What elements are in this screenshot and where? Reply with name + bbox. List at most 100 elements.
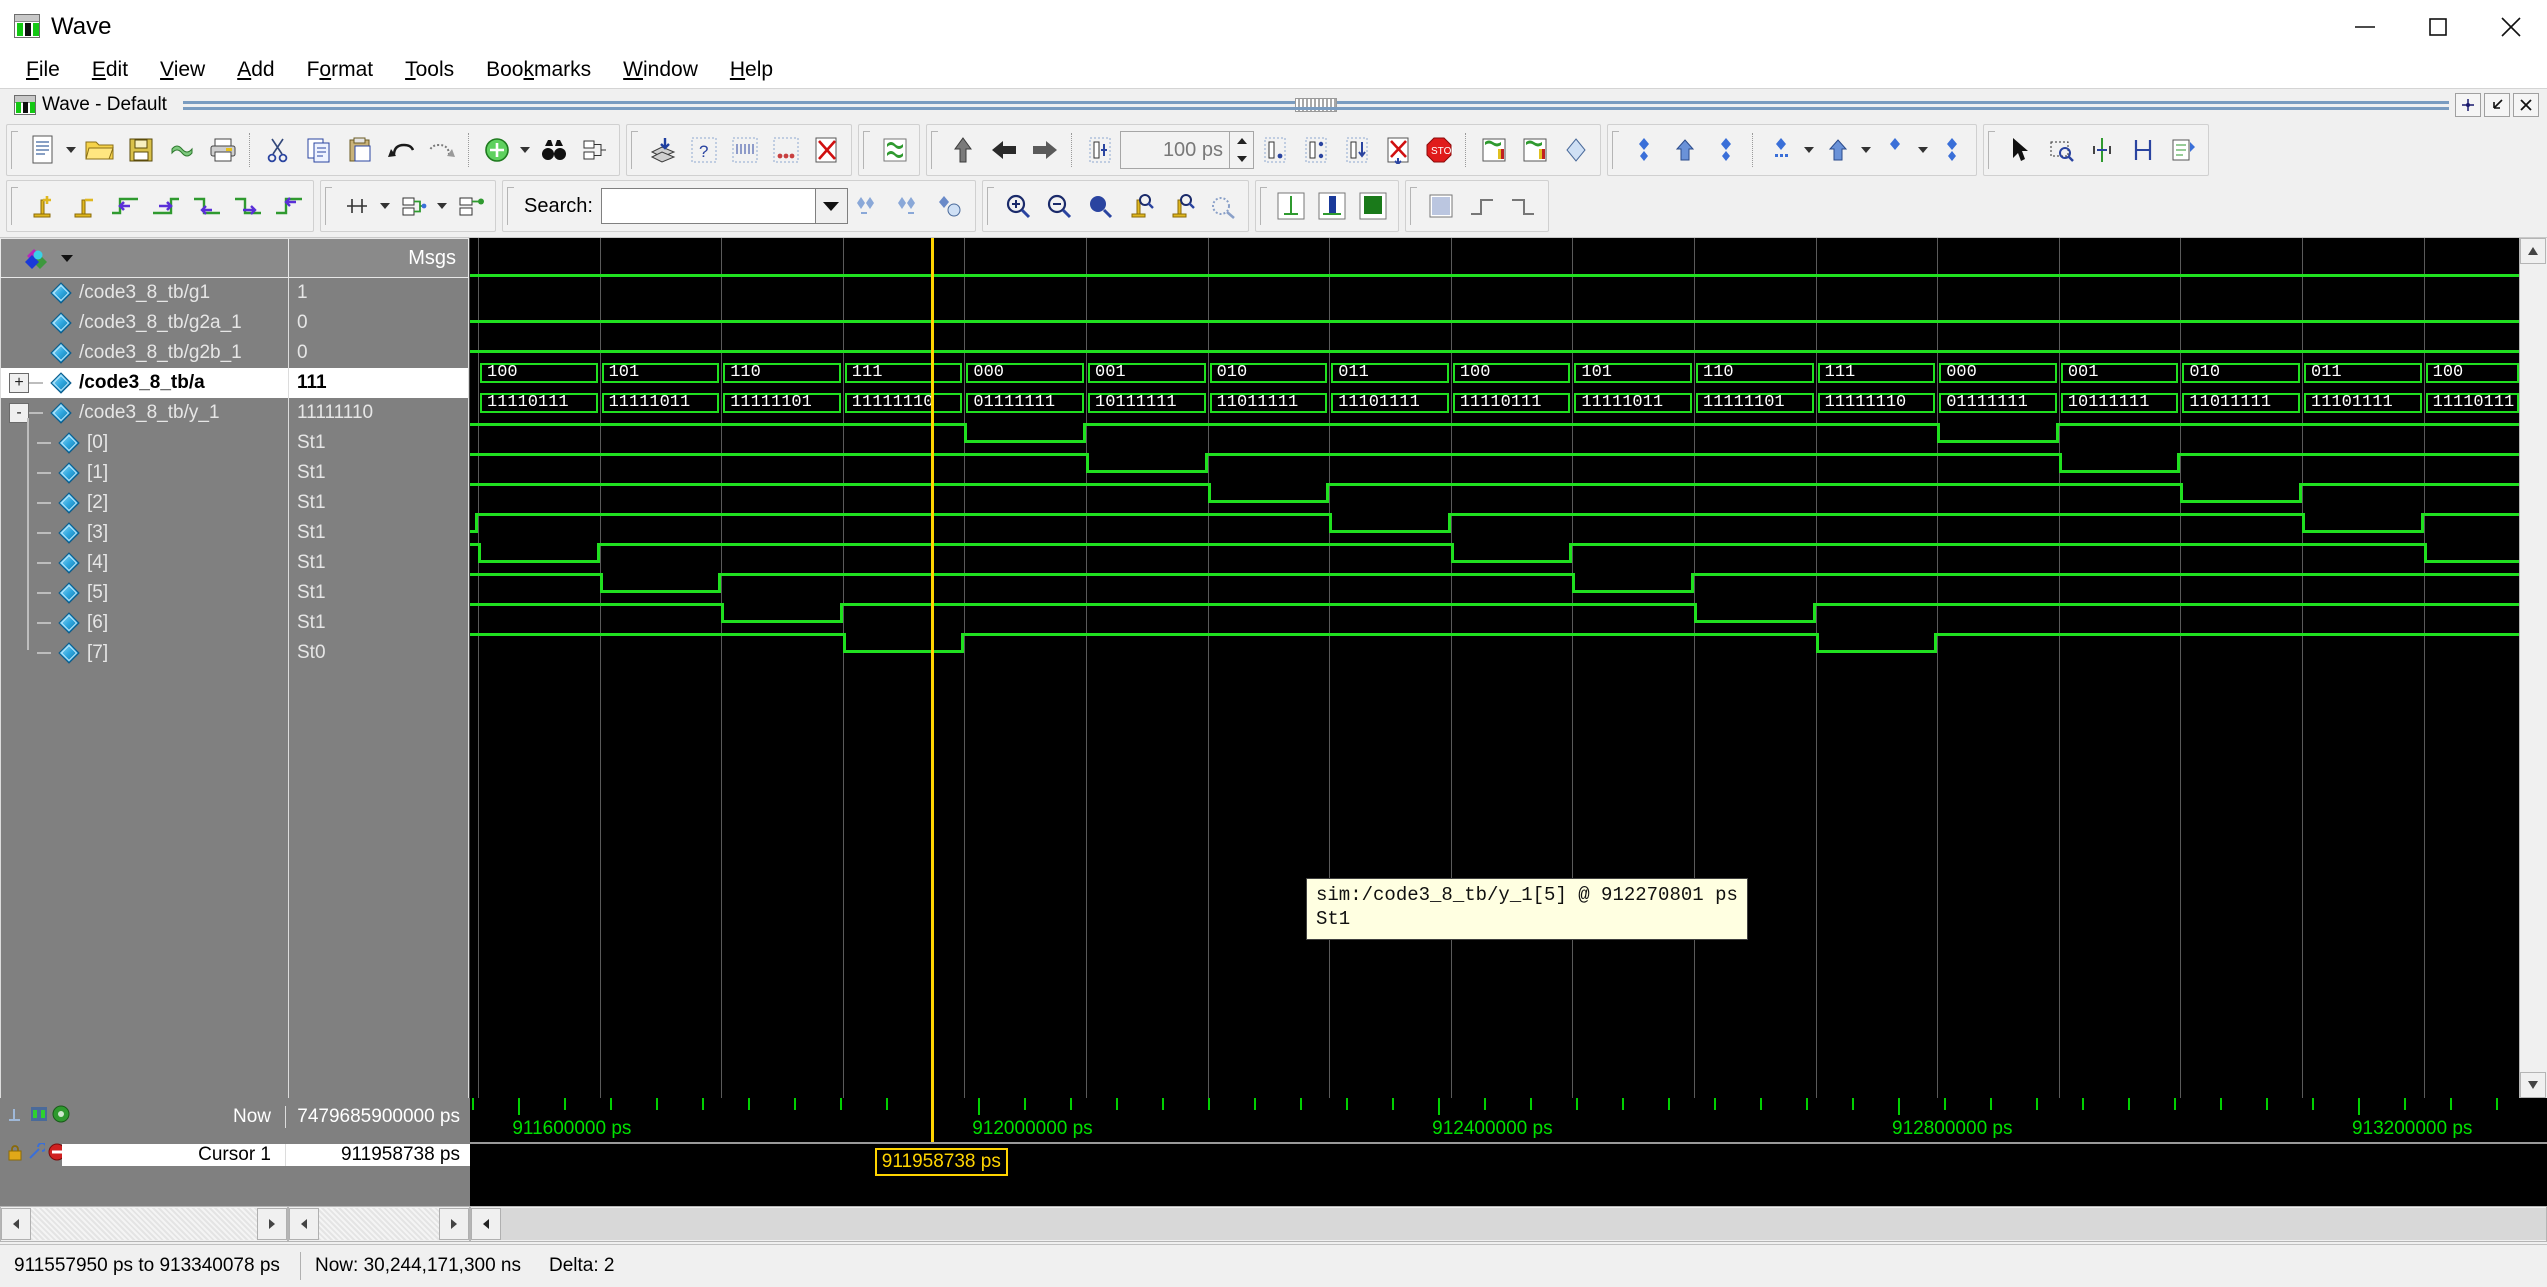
value-hscrollbar[interactable] [288, 1206, 470, 1242]
wave-style-2-icon[interactable] [1312, 184, 1353, 228]
cursor-time-flag[interactable]: 911958738 ps [874, 1148, 1008, 1176]
signal-row-expander[interactable]: - [9, 403, 29, 423]
cursor-line[interactable] [930, 238, 934, 1098]
stop-icon[interactable]: STOP [1418, 128, 1459, 172]
signal-row-9[interactable]: [4] [1, 548, 288, 578]
grid-dropdown-icon[interactable] [377, 184, 393, 228]
lock-icon[interactable] [6, 1143, 24, 1167]
radix-dropdown-icon[interactable] [434, 184, 450, 228]
cut-icon[interactable] [257, 128, 298, 172]
expand-down-icon[interactable] [1623, 128, 1664, 172]
signal-name-column[interactable]: /code3_8_tb/g1/code3_8_tb/g2a_1/code3_8_… [0, 278, 288, 1098]
search-history-dropdown-icon[interactable] [815, 188, 848, 224]
menu-format[interactable]: Format [291, 55, 390, 85]
measure-mode-icon[interactable] [2122, 128, 2163, 172]
redo-icon[interactable] [421, 128, 462, 172]
run-length-up-icon[interactable] [1230, 132, 1253, 150]
collapse-all-icon[interactable] [1874, 128, 1915, 172]
break-icon[interactable] [806, 128, 847, 172]
scroll-up-arrow-icon[interactable] [2520, 238, 2546, 264]
value-scroll-right-icon[interactable] [439, 1208, 469, 1240]
grid-settings-icon[interactable] [336, 184, 377, 228]
signal-row-6[interactable]: [1] [1, 458, 288, 488]
wave-compare-icon[interactable] [1473, 128, 1514, 172]
copy-icon[interactable] [298, 128, 339, 172]
cursor1-value[interactable]: 911958738 ps [285, 1144, 470, 1166]
name-scroll-right-icon[interactable] [257, 1208, 287, 1240]
find-icon[interactable] [533, 128, 574, 172]
signal-row-8[interactable]: [3] [1, 518, 288, 548]
close-pane-button[interactable] [2513, 92, 2539, 117]
edge-right-icon[interactable] [1503, 184, 1544, 228]
run-length-stepper[interactable] [1230, 131, 1254, 169]
step-icon2[interactable] [1336, 128, 1377, 172]
scroll-down-arrow-icon[interactable] [2520, 1072, 2546, 1098]
value-column-header[interactable]: Msgs [288, 238, 469, 278]
menu-add[interactable]: Add [221, 55, 290, 85]
pane-drag-rails[interactable] [182, 97, 2450, 112]
annotate-mode-icon[interactable] [2163, 128, 2204, 172]
minimize-button[interactable] [2328, 0, 2401, 53]
signal-row-2[interactable]: /code3_8_tb/g2b_1 [1, 338, 288, 368]
wave-scroll-track[interactable] [501, 1208, 2546, 1240]
value-scroll-left-icon[interactable] [289, 1208, 319, 1240]
delete-cursor-icon[interactable] [63, 184, 104, 228]
wave-hscrollbar[interactable] [470, 1206, 2547, 1242]
zoom-out-icon[interactable] [1039, 184, 1080, 228]
new-dropdown-icon[interactable] [63, 128, 79, 172]
menu-bookmarks[interactable]: Bookmarks [470, 55, 607, 85]
wave-scroll-left-icon[interactable] [471, 1208, 501, 1240]
signal-row-1[interactable]: /code3_8_tb/g2a_1 [1, 308, 288, 338]
prev-rising-icon[interactable] [268, 184, 309, 228]
menu-edit[interactable]: Edit [76, 55, 144, 85]
expand-sel-icon[interactable] [1931, 128, 1972, 172]
chevron-down-icon[interactable] [61, 254, 73, 262]
wrench-icon[interactable] [27, 1142, 47, 1167]
signal-row-11[interactable]: [6] [1, 608, 288, 638]
pane-grip[interactable] [1294, 97, 1337, 112]
signal-row-5[interactable]: [0] [1, 428, 288, 458]
signal-row-4[interactable]: - /code3_8_tb/y_1 [1, 398, 288, 428]
cursor1-row[interactable]: Cursor 1 911958738 ps [0, 1136, 470, 1174]
search-options-icon[interactable] [930, 184, 971, 228]
add-wave-icon[interactable] [476, 128, 517, 172]
wave-compare2-icon[interactable] [1514, 128, 1555, 172]
run-length-field[interactable]: 100 ps [1120, 131, 1230, 169]
wave-vertical-scrollbar[interactable] [2519, 238, 2547, 1098]
continue-icon2[interactable] [1295, 128, 1336, 172]
collapse-all-dropdown-icon[interactable] [1915, 128, 1931, 172]
step-forward-icon[interactable] [1024, 128, 1065, 172]
run-length-down-icon[interactable] [1230, 150, 1253, 168]
insert-cursor-icon[interactable] [22, 184, 63, 228]
paste-icon[interactable] [339, 128, 380, 172]
maximize-button[interactable] [2401, 0, 2474, 53]
name-scroll-left-icon[interactable] [1, 1208, 31, 1240]
name-column-header[interactable] [0, 238, 288, 278]
search-next-icon[interactable] [889, 184, 930, 228]
undock-pane-button[interactable] [2455, 92, 2481, 117]
ruler-cursor-line[interactable] [930, 1098, 934, 1142]
zoom-in-icon[interactable] [998, 184, 1039, 228]
zoom-last-icon[interactable] [1203, 184, 1244, 228]
wave-style-1-icon[interactable] [1271, 184, 1312, 228]
zoom-cursor-icon[interactable] [1121, 184, 1162, 228]
prev-falling-icon[interactable] [186, 184, 227, 228]
search-prev-icon[interactable] [848, 184, 889, 228]
menu-window[interactable]: Window [607, 55, 714, 85]
signal-value-column[interactable]: 1 0 0 111 11111110 St1 St1 St1 St1 St1 St1 St1 St0 [288, 278, 469, 1098]
open-icon[interactable] [79, 128, 120, 172]
signal-row-expander[interactable]: + [9, 373, 29, 393]
reload-icon[interactable] [161, 128, 202, 172]
step-up-icon[interactable] [942, 128, 983, 172]
signal-row-0[interactable]: /code3_8_tb/g1 [1, 278, 288, 308]
menu-view[interactable]: View [144, 55, 221, 85]
prev-transition-icon[interactable] [104, 184, 145, 228]
collapse-up-dropdown-icon[interactable] [1858, 128, 1874, 172]
next-falling-icon[interactable] [227, 184, 268, 228]
save-icon[interactable] [120, 128, 161, 172]
signal-row-12[interactable]: [7] [1, 638, 288, 668]
step-back-icon[interactable] [983, 128, 1024, 172]
expand-up-icon[interactable] [1664, 128, 1705, 172]
run-icon2[interactable] [1254, 128, 1295, 172]
print-icon[interactable] [202, 128, 243, 172]
